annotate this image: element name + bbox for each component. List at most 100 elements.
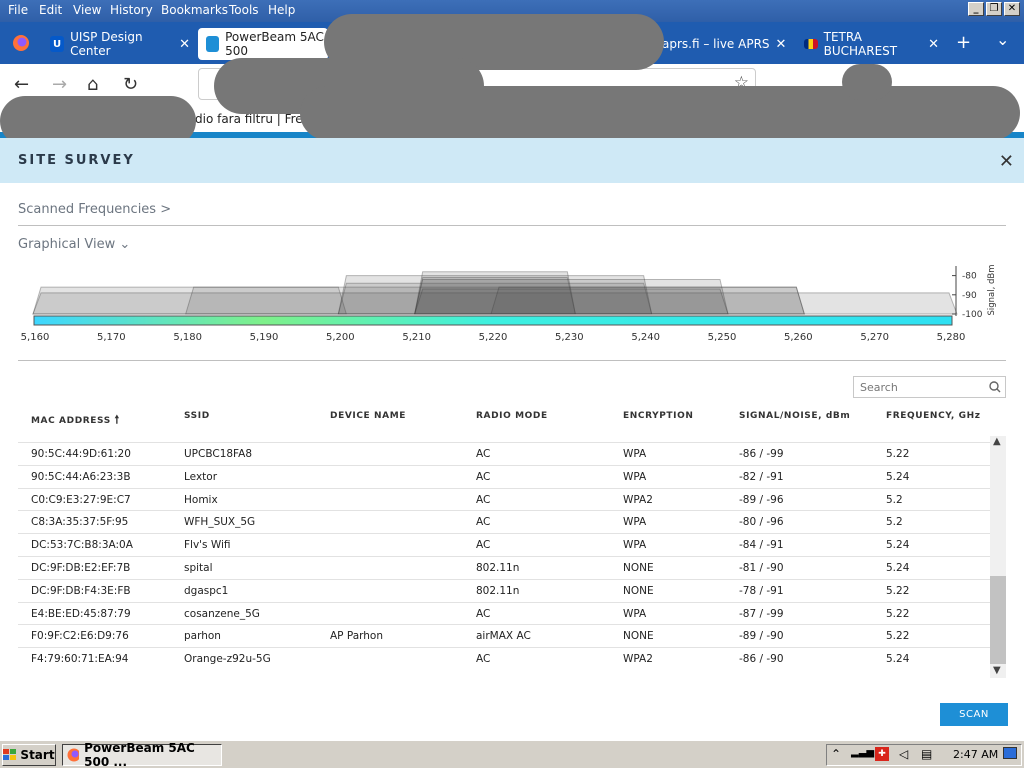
radio-mode-cell: AC (476, 470, 491, 483)
restore-button[interactable]: ❐ (986, 2, 1002, 16)
table-row[interactable]: 90:5C:44:A6:23:3B Lextor AC WPA -82 / -91 5.2… (18, 464, 990, 488)
scan-button[interactable]: SCAN (940, 703, 1008, 726)
y-tick-label: -90 (962, 291, 977, 301)
wifi-favicon-icon (206, 36, 220, 52)
table-row[interactable]: F0:9F:C2:E6:D9:76 parhon AP Parhon airMAX A… (18, 624, 990, 647)
divider (18, 225, 1006, 226)
reload-button[interactable]: ↻ (123, 74, 138, 95)
encryption-cell: WPA (623, 448, 647, 460)
scanned-frequencies-label: Scanned Frequencies (18, 202, 157, 217)
minimize-button[interactable]: _ (968, 2, 984, 16)
scroll-up-icon[interactable]: ▲ (993, 436, 1001, 447)
tab-aprs[interactable]: aprs.fi – live APRS ✕ (662, 28, 792, 60)
signal-noise-cell: -86 / -99 (739, 448, 784, 460)
search-input[interactable]: Search (853, 376, 1006, 398)
menu-edit[interactable]: Edit (39, 3, 62, 17)
forward-button[interactable]: → (52, 74, 67, 95)
bookmark-item[interactable]: dio fara filtru | Fre... (195, 112, 314, 126)
ssid-cell: dgaspc1 (184, 584, 229, 597)
y-tick-label: -80 (962, 272, 977, 282)
x-tick-label: 5,180 (173, 332, 202, 343)
volume-icon[interactable]: ◁ (899, 747, 908, 761)
table-row[interactable]: C0:C9:E3:27:9E:C7 Homix AC WPA2 -89 / -96 5.2 (18, 487, 990, 511)
taskbar-item-firefox[interactable]: PowerBeam 5AC 500 ... (62, 741, 222, 769)
frequency-cell: 5.2 (886, 516, 903, 529)
close-icon[interactable]: ✕ (999, 151, 1014, 172)
search-placeholder: Search (860, 381, 898, 394)
signal-noise-cell: -81 / -90 (739, 562, 784, 574)
tab-tetra-bucharest[interactable]: TETRA BUCHAREST ✕ (804, 28, 939, 60)
signal-noise-cell: -84 / -91 (739, 539, 784, 552)
tray-expand-icon[interactable]: ⌃ (831, 747, 841, 761)
tab-close-icon[interactable]: ✕ (776, 37, 787, 52)
table-scrollbar[interactable]: ▲ ▼ (990, 436, 1006, 678)
firefox-menu-icon[interactable] (12, 34, 30, 52)
chevron-down-icon: ⌄ (119, 237, 131, 252)
menu-bookmarks[interactable]: Bookmarks (161, 3, 228, 17)
encryption-cell: WPA (623, 470, 647, 483)
signal-noise-cell: -78 / -91 (739, 584, 784, 597)
search-icon[interactable] (989, 381, 1001, 393)
table-row[interactable]: C8:3A:35:37:5F:95 WFH_SUX_5G AC WPA -80 / -9… (18, 510, 990, 533)
x-tick-label: 5,240 (631, 332, 660, 343)
start-button[interactable]: Start (2, 744, 56, 766)
tab-close-icon[interactable]: ✕ (928, 37, 939, 52)
ssid-cell: cosanzene_5G (184, 607, 260, 620)
new-tab-button[interactable]: + (956, 32, 971, 53)
network-icon[interactable]: ▂▃▅ (851, 747, 874, 758)
scroll-down-icon[interactable]: ▼ (993, 665, 1001, 676)
tab-powerbeam[interactable]: PowerBeam 5AC 500 (198, 28, 328, 60)
column-header-signal-noise[interactable]: SIGNAL/NOISE, dBm (739, 411, 850, 421)
scrollbar-thumb[interactable] (990, 576, 1006, 664)
column-header-label: MAC ADDRESS (31, 416, 111, 426)
table-row[interactable]: E4:BE:ED:45:87:79 cosanzene_5G AC WPA -87 / … (18, 601, 990, 625)
taskbar: Start PowerBeam 5AC 500 ... ⌃ ▂▃▅ ✚ ◁ ▤ … (0, 740, 1024, 769)
x-tick-label: 5,270 (860, 332, 889, 343)
tab-uisp-design-center[interactable]: U UISP Design Center ✕ (50, 28, 190, 60)
column-header-frequency[interactable]: FREQUENCY, GHz (886, 411, 981, 421)
column-header-ssid[interactable]: SSID (184, 411, 210, 421)
column-header-radio-mode[interactable]: RADIO MODE (476, 411, 548, 421)
table-row[interactable]: F4:79:60:71:EA:94 Orange-z92u-5G AC WPA2 -86… (18, 647, 990, 670)
list-all-tabs-icon[interactable]: ⌄ (996, 30, 1009, 49)
flag-favicon-icon (804, 39, 818, 49)
x-tick-label: 5,230 (555, 332, 584, 343)
chevron-right-icon: > (160, 202, 172, 217)
table-row[interactable]: DC:9F:DB:F4:3E:FB dgaspc1 802.11n NONE -78 /… (18, 578, 990, 602)
menu-history[interactable]: History (110, 3, 153, 17)
menu-file[interactable]: File (8, 3, 28, 17)
clipboard-icon[interactable]: ▤ (921, 747, 932, 761)
frequency-cell: 5.24 (886, 539, 910, 552)
ssid-cell: Homix (184, 493, 218, 506)
table-row[interactable]: DC:53:7C:B8:3A:0A Flv's Wifi AC WPA -84 / -9… (18, 533, 990, 556)
ssid-cell: spital (184, 562, 213, 574)
column-header-mac[interactable]: MAC ADDRESS 🠕 (31, 411, 120, 430)
menu-view[interactable]: View (73, 3, 101, 17)
frequency-cell: 5.24 (886, 470, 910, 483)
table-row[interactable]: DC:9F:DB:E2:EF:7B spital 802.11n NONE -81 / … (18, 556, 990, 579)
antivirus-icon[interactable]: ✚ (875, 747, 889, 761)
firefox-icon (67, 748, 80, 762)
home-button[interactable]: ⌂ (87, 74, 98, 95)
encryption-cell: WPA2 (623, 493, 653, 506)
back-button[interactable]: ← (14, 74, 29, 95)
clock: 2:47 AM (953, 748, 999, 761)
tab-label: TETRA BUCHAREST (823, 30, 898, 58)
graphical-view-toggle[interactable]: Graphical View ⌄ (18, 237, 130, 252)
frequency-cell: 5.22 (886, 584, 910, 597)
radio-mode-cell: 802.11n (476, 562, 520, 574)
column-header-device-name[interactable]: DEVICE NAME (330, 411, 406, 421)
mac-cell: F4:79:60:71:EA:94 (31, 653, 129, 666)
sort-ascending-icon: 🠕 (114, 413, 120, 426)
menu-tools[interactable]: Tools (229, 3, 259, 17)
window-controls: _ ❐ ✕ (968, 2, 1020, 16)
ssid-cell: WFH_SUX_5G (184, 516, 256, 529)
signal-noise-cell: -80 / -96 (739, 516, 784, 529)
tab-close-icon[interactable]: ✕ (179, 37, 190, 52)
table-row[interactable]: 90:5C:44:9D:61:20 UPCBC18FA8 AC WPA -86 / -9… (18, 442, 990, 465)
column-header-encryption[interactable]: ENCRYPTION (623, 411, 694, 421)
desktop-icon[interactable] (1003, 747, 1017, 759)
scanned-frequencies-toggle[interactable]: Scanned Frequencies > (18, 202, 171, 217)
close-window-button[interactable]: ✕ (1004, 2, 1020, 16)
menu-help[interactable]: Help (268, 3, 295, 17)
